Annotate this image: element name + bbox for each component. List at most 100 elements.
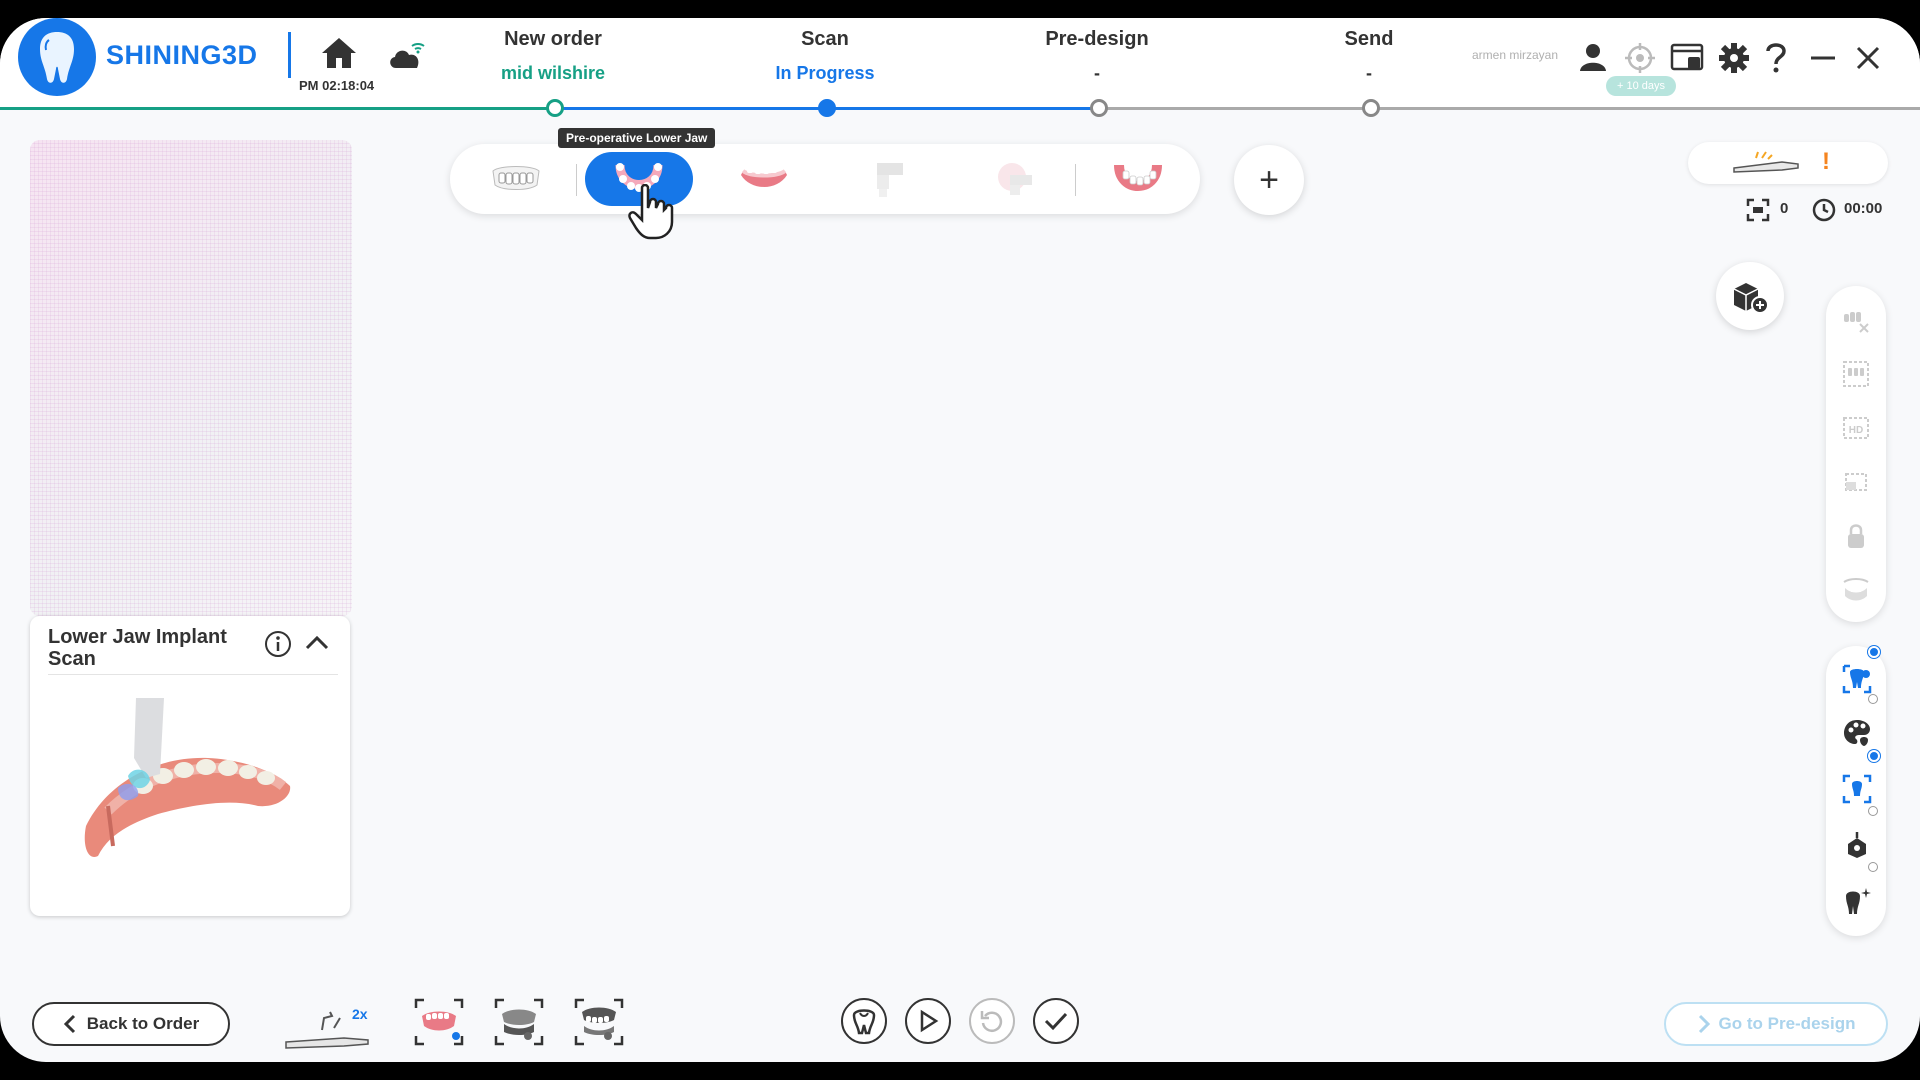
hand-cursor-icon	[628, 183, 674, 245]
jaw-scan-mode-1-icon[interactable]	[414, 998, 464, 1046]
texture-tooth-icon[interactable]	[1842, 664, 1872, 694]
target-icon[interactable]	[1624, 42, 1656, 79]
scan-preview	[30, 140, 352, 616]
step-send[interactable]: Send -	[1269, 28, 1469, 84]
bite-icon	[1114, 164, 1162, 191]
brand-name: SHINING3D	[106, 40, 258, 70]
jaw-base-icon[interactable]	[1842, 576, 1870, 604]
hd-mode-icon[interactable]: HD	[1842, 414, 1870, 442]
step-subtitle: mid wilshire	[500, 63, 606, 83]
toolbar-separator	[576, 164, 577, 196]
lock-icon[interactable]	[1842, 522, 1870, 550]
top-bar: SHINING3D PM 02:18:04 New order mid wils…	[0, 18, 1920, 110]
collapse-chevron-icon[interactable]	[304, 632, 330, 659]
tooth-sparkle-icon[interactable]	[1842, 886, 1871, 914]
step-new-order[interactable]: New order mid wilshire	[453, 28, 653, 84]
toolbar-tooltip: Pre-operative Lower Jaw	[558, 128, 716, 148]
play-scan-button[interactable]	[905, 998, 951, 1044]
scanner-icon	[1732, 150, 1802, 181]
undo-button[interactable]	[969, 998, 1015, 1044]
back-label: Back to Order	[86, 1014, 200, 1033]
step-node-scan	[818, 99, 836, 117]
play-icon	[920, 1009, 939, 1033]
step-title: New order	[504, 28, 602, 50]
gear-icon[interactable]	[1718, 42, 1750, 79]
add-scan-button[interactable]: +	[1234, 145, 1304, 215]
help-icon[interactable]	[1764, 42, 1788, 79]
bite-registration-button[interactable]	[1084, 152, 1192, 206]
cloud-wifi-icon[interactable]	[386, 38, 426, 77]
lower-jaw-button[interactable]	[710, 152, 818, 206]
card-divider	[48, 674, 338, 675]
color-palette-icon[interactable]	[1842, 718, 1870, 746]
remote-screen-icon[interactable]	[1670, 42, 1704, 79]
scan-type-title: Lower Jaw Implant Scan	[48, 626, 227, 670]
user-name: armen mirzayan	[1472, 48, 1559, 62]
check-icon	[1044, 1012, 1068, 1031]
svg-text:HD: HD	[1849, 425, 1863, 436]
back-to-order-button[interactable]: Back to Order	[32, 1002, 230, 1046]
user-icon[interactable]	[1578, 42, 1608, 77]
add-model-icon	[1733, 283, 1769, 314]
scanner-status: !	[1688, 142, 1888, 184]
step-title: Send	[1344, 28, 1394, 50]
tooth-outline-icon	[852, 1009, 876, 1035]
next-label: Go to Pre-design	[1718, 1014, 1856, 1033]
step-pre-design[interactable]: Pre-design -	[997, 28, 1197, 84]
scan-timer: 00:00	[1844, 200, 1883, 217]
info-icon[interactable]	[264, 630, 292, 663]
scan-body-icon	[877, 163, 903, 197]
indicator-dot	[1868, 806, 1878, 816]
scan-tools-panel: HD	[1826, 286, 1886, 622]
step-title: Pre-design	[1045, 28, 1149, 50]
step-subtitle: -	[1094, 63, 1100, 83]
trial-badge: + 10 days	[1606, 76, 1676, 96]
view-tools-panel	[1826, 646, 1886, 936]
abutment-icon	[998, 163, 1032, 195]
plus-icon: +	[1259, 161, 1279, 199]
step-title: Scan	[801, 28, 849, 50]
undo-icon	[980, 1011, 1003, 1032]
remove-teeth-icon[interactable]	[1842, 306, 1870, 334]
confirm-button[interactable]	[1033, 998, 1079, 1044]
implant-scan-illustration	[78, 696, 298, 881]
select-area-icon[interactable]	[1842, 360, 1870, 388]
minimize-icon[interactable]	[1808, 42, 1838, 79]
scan-count-icon	[1746, 198, 1770, 227]
step-node-new-order	[546, 99, 564, 117]
focus-view-icon[interactable]	[1842, 774, 1872, 804]
step-subtitle: -	[1366, 63, 1372, 83]
home-icon[interactable]	[320, 36, 358, 75]
align-tool-icon[interactable]	[1842, 830, 1870, 858]
indicator-dot	[1868, 646, 1880, 658]
indicator-dot	[1868, 694, 1878, 704]
step-node-send	[1362, 99, 1380, 117]
chevron-right-icon	[1698, 1014, 1710, 1034]
step-node-pre-design	[1090, 99, 1108, 117]
scan-info-card: Lower Jaw Implant Scan	[30, 616, 350, 916]
crop-icon[interactable]	[1842, 468, 1870, 496]
step-subtitle: In Progress	[775, 63, 875, 83]
jaw-scan-mode-2-icon[interactable]	[494, 998, 544, 1046]
add-model-button[interactable]	[1716, 262, 1784, 330]
warning-icon: !	[1822, 148, 1830, 175]
progress-complete	[0, 107, 560, 110]
lower-jaw-icon	[741, 167, 787, 187]
upper-jaw-button[interactable]	[462, 152, 570, 206]
indicator-dot	[1868, 750, 1880, 762]
app-window: SHINING3D PM 02:18:04 New order mid wils…	[0, 18, 1920, 1062]
step-scan[interactable]: Scan In Progress	[725, 28, 925, 84]
scan-body-button[interactable]	[835, 152, 943, 206]
toolbar-separator	[1075, 164, 1076, 196]
close-icon[interactable]	[1854, 42, 1882, 79]
timer-icon	[1812, 198, 1836, 227]
tooth-mode-button[interactable]	[841, 998, 887, 1044]
clock: PM 02:18:04	[299, 78, 375, 93]
go-to-pre-design-button[interactable]: Go to Pre-design	[1664, 1002, 1888, 1046]
header-divider	[288, 32, 291, 78]
upper-jaw-icon	[492, 166, 540, 190]
indicator-dot	[1868, 862, 1878, 872]
jaw-scan-mode-3-icon[interactable]	[574, 998, 624, 1046]
speed-label: 2x	[352, 1006, 368, 1022]
abutment-button[interactable]	[960, 152, 1068, 206]
